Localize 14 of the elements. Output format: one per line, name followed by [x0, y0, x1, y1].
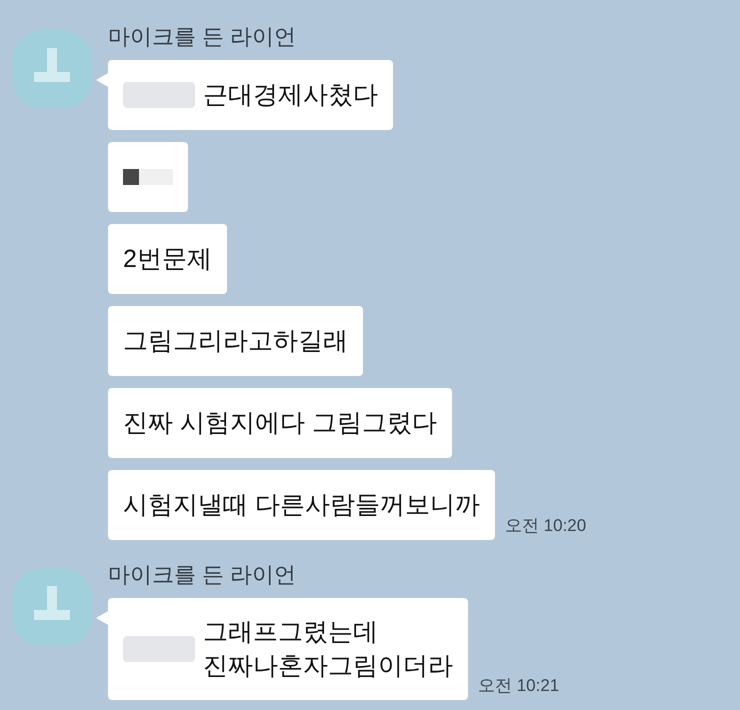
message-text: 진짜나혼자그림이더라 [203, 651, 453, 682]
message-text: 근대경제사쳤다 [203, 80, 378, 111]
avatar-icon [12, 30, 92, 108]
message-time: 오전 10:21 [478, 674, 560, 696]
sender-name: 마이크를 든 라이언 [108, 24, 298, 50]
message-text: 2번문제 [123, 244, 212, 275]
redacted-image-drawing [123, 167, 173, 187]
avatar-icon [12, 568, 92, 646]
message-time: 오전 10:20 [504, 514, 586, 536]
sender-name: 마이크를 든 라이언 [108, 562, 298, 588]
message-text: 그림그리라고하길래 [123, 326, 348, 357]
message-text: 진짜 시험지에다 그림그렸다 [123, 408, 437, 439]
message-text: 시험지낼때 다른사람들꺼보니까 [123, 490, 480, 521]
message-text: 그래프그렸는데 [203, 617, 379, 648]
